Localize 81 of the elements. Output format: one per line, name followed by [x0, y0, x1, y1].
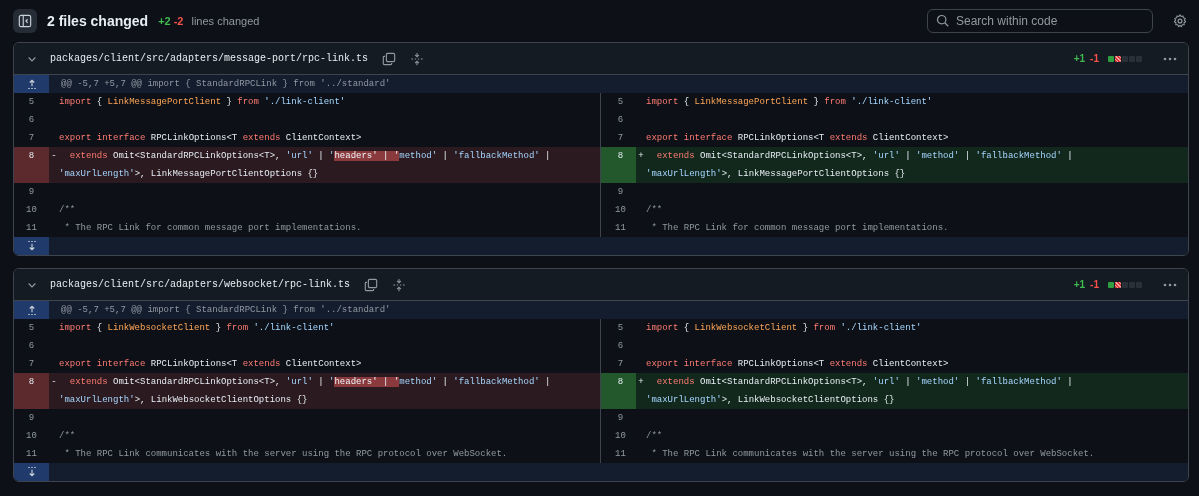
- expand-all-icon[interactable]: [392, 277, 407, 292]
- line-number: 5: [616, 322, 625, 335]
- removed-count: -2: [173, 15, 184, 27]
- expand-down-icon: [25, 240, 38, 252]
- code-line: import { LinkWebsocketClient } from './link-client': [59, 322, 335, 335]
- code-line: * The RPC Link for common message port implementations.: [63, 222, 362, 235]
- code-line: /**: [646, 204, 663, 217]
- line-number: 9: [616, 186, 625, 199]
- line-number: 10: [25, 204, 38, 217]
- code-line: import { LinkMessagePortClient } from './link-client': [59, 96, 346, 109]
- line-number: 8: [14, 373, 49, 409]
- expand-up-button[interactable]: [14, 75, 49, 93]
- line-number: 11: [614, 448, 627, 461]
- line-number: 6: [616, 340, 625, 353]
- line-number: 7: [616, 132, 625, 145]
- expand-up-button[interactable]: [14, 301, 49, 319]
- expand-up-icon: [25, 78, 38, 90]
- expand-down-icon: [25, 466, 38, 478]
- line-number: 11: [614, 222, 627, 235]
- diff-sign: -: [50, 150, 58, 163]
- file-path[interactable]: packages/client/src/adapters/websocket/rpc-link.ts: [50, 279, 351, 290]
- line-number: 5: [27, 322, 36, 335]
- copy-icon[interactable]: [364, 277, 379, 292]
- line-number: 5: [27, 96, 36, 109]
- expand-all-icon[interactable]: [410, 51, 425, 66]
- code-line: import { LinkWebsocketClient } from './link-client': [646, 322, 922, 335]
- sidebar-icon: [18, 14, 32, 28]
- settings-icon[interactable]: [1173, 14, 1187, 28]
- diff-sign: -: [50, 376, 58, 389]
- code-line: * The RPC Link communicates with the server using the RPC protocol over WebSocket.: [63, 448, 508, 461]
- code-line: * The RPC Link communicates with the server using the RPC protocol over WebSocket.: [650, 448, 1095, 461]
- line-number: 6: [616, 114, 625, 127]
- code-line: export interface RPCLinkOptions<T extends ClientContext>: [59, 132, 362, 145]
- line-number: 9: [27, 412, 36, 425]
- line-number: 11: [25, 222, 38, 235]
- line-number: 9: [27, 186, 36, 199]
- search-icon: [936, 14, 950, 28]
- code-line: /**: [59, 204, 76, 217]
- diff-sign: +: [637, 150, 645, 163]
- line-number: 7: [27, 358, 36, 371]
- line-number: 10: [25, 430, 38, 443]
- code-line: export interface RPCLinkOptions<T extends ClientContext>: [646, 358, 949, 371]
- added-count: +2: [158, 15, 171, 27]
- search-field[interactable]: Search within code: [927, 9, 1153, 33]
- copy-icon[interactable]: [382, 51, 397, 66]
- expand-down-button[interactable]: [14, 237, 49, 255]
- code-line: export interface RPCLinkOptions<T extends ClientContext>: [646, 132, 949, 145]
- expand-down-button[interactable]: [14, 463, 49, 481]
- added-count: +1: [1073, 279, 1086, 290]
- line-number: 10: [614, 204, 627, 217]
- code-line: * The RPC Link for common message port implementations.: [650, 222, 949, 235]
- line-number: 9: [616, 412, 625, 425]
- line-number: 6: [27, 340, 36, 353]
- file-path[interactable]: packages/client/src/adapters/message-port/rpc-link.ts: [50, 53, 369, 64]
- code-line: /**: [59, 430, 76, 443]
- code-line: extends Omit<StandardRPCLinkOptions<T>, 'url' | 'headers' | 'method' | 'fallbackMethod' | 'maxUrlLength'>, LinkMessagePortClientOptions {}: [59, 150, 551, 181]
- diff-sign: +: [637, 376, 645, 389]
- line-number: 7: [616, 358, 625, 371]
- file-tree-toggle-button[interactable]: [13, 9, 37, 33]
- code-line: import { LinkMessagePortClient } from './link-client': [646, 96, 933, 109]
- code-line: export interface RPCLinkOptions<T extends ClientContext>: [59, 358, 362, 371]
- expand-up-icon: [25, 304, 38, 316]
- added-count: +1: [1073, 53, 1086, 64]
- code-line: extends Omit<StandardRPCLinkOptions<T>, 'url' | 'method' | 'fallbackMethod' | 'maxUrlLength'>, LinkWebsocketClientOptions {}: [646, 376, 1073, 407]
- line-number: 10: [614, 430, 627, 443]
- code-line: extends Omit<StandardRPCLinkOptions<T>, 'url' | 'headers' | 'method' | 'fallbackMethod' | 'maxUrlLength'>, LinkWebsocketClientOptions {}: [59, 376, 551, 407]
- line-number: 6: [27, 114, 36, 127]
- code-line: extends Omit<StandardRPCLinkOptions<T>, 'url' | 'method' | 'fallbackMethod' | 'maxUrlLength'>, LinkMessagePortClientOptions {}: [646, 150, 1073, 181]
- hunk-header: @@ -5,7 +5,7 @@ import { StandardRPCLink } from '../standard': [61, 79, 391, 89]
- line-number: 8: [14, 147, 49, 183]
- page-title: 2 files changed: [47, 13, 149, 29]
- line-number: 11: [25, 448, 38, 461]
- hunk-header: @@ -5,7 +5,7 @@ import { StandardRPCLink } from '../standard': [61, 305, 391, 315]
- line-number: 8: [601, 147, 636, 183]
- removed-count: -1: [1090, 279, 1099, 290]
- line-number: 7: [27, 132, 36, 145]
- line-number: 8: [601, 373, 636, 409]
- code-line: /**: [646, 430, 663, 443]
- removed-count: -1: [1090, 53, 1099, 64]
- line-number: 5: [616, 96, 625, 109]
- lines-changed-label: lines changed: [191, 15, 260, 27]
